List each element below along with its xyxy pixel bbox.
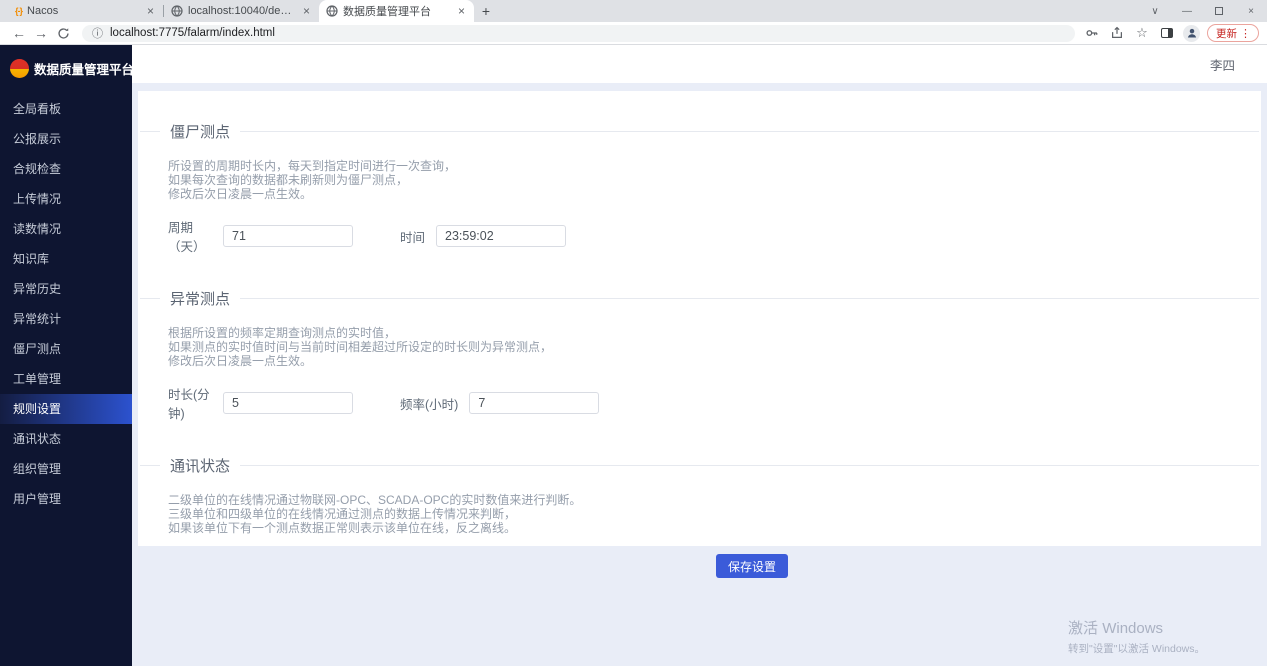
- app-header: 李四: [132, 45, 1267, 83]
- section-title-abnormal-points: 异常测点: [160, 288, 240, 309]
- tab-close-icon[interactable]: ×: [145, 4, 156, 18]
- petro-logo-icon: [10, 59, 29, 78]
- sidebar-item-exception-history[interactable]: 异常历史: [0, 274, 132, 304]
- sidebar-item-upload-status[interactable]: 上传情况: [0, 184, 132, 214]
- sidebar-item-zombie-points[interactable]: 僵尸测点: [0, 334, 132, 364]
- sidebar-item-exception-stats[interactable]: 异常统计: [0, 304, 132, 334]
- tab-strip: {-} Nacos × localhost:10040/demo/psjdbc …: [0, 0, 1267, 22]
- sidebar-item-reading-status[interactable]: 读数情况: [0, 214, 132, 244]
- sidebar: 数据质量管理平台 全局看板 公报展示 合规检查 上传情况 读数情况 知识库 异常…: [0, 45, 132, 666]
- browser-tab-active-platform[interactable]: 数据质量管理平台 ×: [319, 0, 474, 22]
- sidebar-item-org-management[interactable]: 组织管理: [0, 454, 132, 484]
- nacos-favicon-icon: {-}: [15, 6, 22, 16]
- tab-close-icon[interactable]: ×: [301, 4, 312, 18]
- sidebar-item-user-management[interactable]: 用户管理: [0, 484, 132, 514]
- tab-title: localhost:10040/demo/psjdbc: [188, 5, 296, 17]
- current-user[interactable]: 李四: [1210, 55, 1235, 74]
- sidebar-item-work-orders[interactable]: 工单管理: [0, 364, 132, 394]
- browser-toolbar: ← → ⓘ localhost:7775/falarm/index.html ☆…: [0, 22, 1267, 45]
- brand-title: 数据质量管理平台: [34, 59, 134, 78]
- sidebar-item-knowledge-base[interactable]: 知识库: [0, 244, 132, 274]
- profile-avatar-icon[interactable]: [1183, 25, 1200, 42]
- refresh-button[interactable]: [52, 27, 74, 40]
- sidebar-item-compliance-check[interactable]: 合规检查: [0, 154, 132, 184]
- tab-search-icon[interactable]: ∨: [1139, 0, 1171, 22]
- time-input[interactable]: [436, 225, 566, 247]
- sidebar-item-global-dashboard[interactable]: 全局看板: [0, 94, 132, 124]
- settings-panel: 僵尸测点 所设置的周期时长内，每天到指定时间进行一次查询， 如果每次查询的数据都…: [138, 91, 1261, 546]
- back-button[interactable]: ←: [8, 26, 30, 40]
- duration-minutes-input[interactable]: [223, 392, 353, 414]
- section-divider: 异常测点: [140, 288, 1259, 309]
- window-controls: ∨ — ×: [1139, 0, 1267, 22]
- form-row: 时长(分钟) 频率(小时): [168, 384, 1231, 422]
- globe-favicon-icon: [326, 5, 338, 17]
- form-row: 周期（天） 时间: [168, 217, 1231, 255]
- save-settings-button[interactable]: 保存设置: [716, 554, 788, 578]
- browser-tab-nacos[interactable]: {-} Nacos ×: [8, 0, 163, 22]
- field-label-frequency-hours: 频率(小时): [400, 394, 458, 413]
- content-area: 僵尸测点 所设置的周期时长内，每天到指定时间进行一次查询， 如果每次查询的数据都…: [132, 83, 1267, 666]
- password-key-icon[interactable]: [1083, 24, 1101, 42]
- section-description: 所设置的周期时长内，每天到指定时间进行一次查询， 如果每次查询的数据都未刷新则为…: [168, 159, 1231, 201]
- new-tab-button[interactable]: +: [474, 0, 498, 22]
- field-label-duration-minutes: 时长(分钟): [168, 384, 223, 422]
- window-minimize-button[interactable]: —: [1171, 0, 1203, 22]
- bookmark-star-icon[interactable]: ☆: [1133, 24, 1151, 42]
- side-panel-icon[interactable]: [1158, 24, 1176, 42]
- section-divider: 通讯状态: [140, 455, 1259, 476]
- window-maximize-button[interactable]: [1203, 0, 1235, 22]
- field-label-time: 时间: [400, 227, 425, 246]
- app-page: 数据质量管理平台 全局看板 公报展示 合规检查 上传情况 读数情况 知识库 异常…: [0, 45, 1267, 666]
- url-text: localhost:7775/falarm/index.html: [110, 27, 275, 39]
- sidebar-item-bulletin-display[interactable]: 公报展示: [0, 124, 132, 154]
- section-description: 二级单位的在线情况通过物联网-OPC、SCADA-OPC的实时数值来进行判断。 …: [168, 493, 1231, 535]
- window-close-button[interactable]: ×: [1235, 0, 1267, 22]
- section-title-comm-status: 通讯状态: [160, 455, 240, 476]
- toolbar-right-icons: ☆ 更新 ⋮: [1083, 24, 1259, 42]
- frequency-hours-input[interactable]: [469, 392, 599, 414]
- tab-title: Nacos: [27, 5, 140, 17]
- section-divider: 僵尸测点: [140, 121, 1259, 142]
- section-description: 根据所设置的频率定期查询测点的实时值， 如果测点的实时值时间与当前时间相差超过所…: [168, 326, 1231, 368]
- address-bar[interactable]: ⓘ localhost:7775/falarm/index.html: [82, 25, 1075, 42]
- tab-close-icon[interactable]: ×: [456, 4, 467, 18]
- browser-chrome: {-} Nacos × localhost:10040/demo/psjdbc …: [0, 0, 1267, 45]
- sidebar-item-rule-settings[interactable]: 规则设置: [0, 394, 132, 424]
- windows-activation-watermark: 激活 Windows 转到"设置"以激活 Windows。: [1068, 617, 1205, 656]
- share-icon[interactable]: [1108, 24, 1126, 42]
- sidebar-item-comm-status[interactable]: 通讯状态: [0, 424, 132, 454]
- kebab-menu-icon: ⋮: [1237, 27, 1254, 40]
- globe-favicon-icon: [171, 5, 183, 17]
- tab-title: 数据质量管理平台: [343, 3, 451, 19]
- cycle-days-input[interactable]: [223, 225, 353, 247]
- forward-button[interactable]: →: [30, 26, 52, 40]
- button-row: 保存设置: [138, 554, 1261, 578]
- chrome-update-menu-button[interactable]: 更新 ⋮: [1207, 24, 1259, 42]
- browser-tab-localhost-demo[interactable]: localhost:10040/demo/psjdbc ×: [164, 0, 319, 22]
- brand: 数据质量管理平台: [0, 45, 132, 94]
- field-label-cycle-days: 周期（天）: [168, 217, 223, 255]
- site-info-icon[interactable]: ⓘ: [92, 25, 103, 41]
- section-title-zombie-points: 僵尸测点: [160, 121, 240, 142]
- update-label: 更新: [1216, 26, 1237, 41]
